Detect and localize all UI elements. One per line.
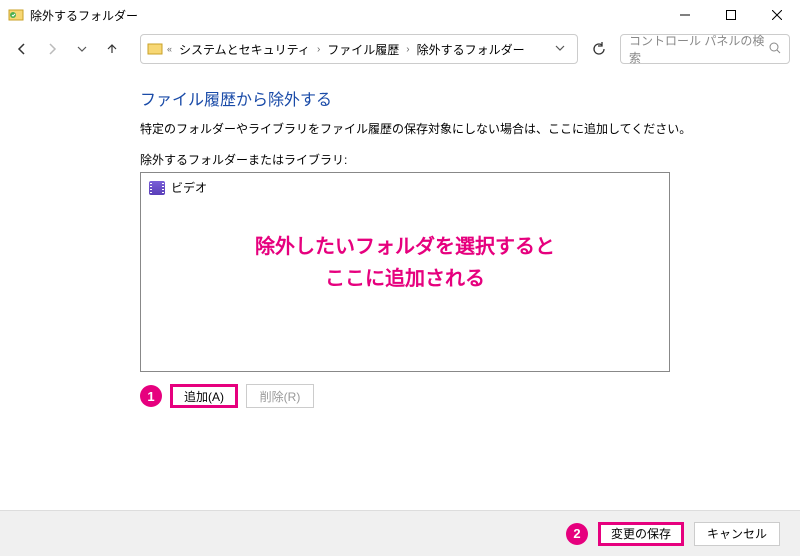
annotation-marker-2: 2 (566, 523, 588, 545)
footer-bar: 2 変更の保存 キャンセル (0, 510, 800, 556)
chevron-down-icon (555, 43, 565, 53)
search-placeholder: コントロール パネルの検索 (629, 32, 769, 66)
page-heading: ファイル履歴から除外する (140, 86, 780, 110)
content-area: ファイル履歴から除外する 特定のフォルダーやライブラリをファイル履歴の保存対象に… (0, 68, 800, 408)
address-bar[interactable]: « システムとセキュリティ › ファイル履歴 › 除外するフォルダー (140, 34, 578, 64)
list-label: 除外するフォルダーまたはライブラリ: (140, 151, 780, 168)
forward-button[interactable] (40, 37, 64, 61)
title-left: 除外するフォルダー (8, 7, 138, 24)
breadcrumb-sep: › (317, 44, 320, 55)
page-description: 特定のフォルダーやライブラリをファイル履歴の保存対象にしない場合は、ここに追加し… (140, 120, 780, 137)
cancel-button[interactable]: キャンセル (694, 522, 780, 546)
add-button[interactable]: 追加(A) (170, 384, 238, 408)
breadcrumb-seg-1[interactable]: システムとセキュリティ (176, 39, 313, 60)
recent-dropdown[interactable] (70, 37, 94, 61)
up-button[interactable] (100, 37, 124, 61)
refresh-button[interactable] (584, 34, 614, 64)
window-controls (662, 0, 800, 30)
maximize-icon (726, 10, 736, 20)
back-button[interactable] (10, 37, 34, 61)
window-title: 除外するフォルダー (30, 7, 138, 24)
video-icon (149, 181, 165, 195)
list-item[interactable]: ビデオ (145, 177, 665, 198)
chevron-down-icon (77, 44, 87, 54)
save-button[interactable]: 変更の保存 (598, 522, 684, 546)
up-icon (105, 42, 119, 56)
excluded-folders-list[interactable]: ビデオ 除外したいフォルダを選択すると ここに追加される (140, 172, 670, 372)
search-box[interactable]: コントロール パネルの検索 (620, 34, 790, 64)
maximize-button[interactable] (708, 0, 754, 30)
list-buttons-row: 1 追加(A) 削除(R) (140, 384, 780, 408)
refresh-icon (592, 42, 606, 56)
forward-icon (45, 42, 59, 56)
breadcrumb-prefix: « (167, 44, 172, 54)
annotation-line-1: 除外したいフォルダを選択すると (141, 231, 669, 263)
annotation-overlay: 除外したいフォルダを選択すると ここに追加される (141, 231, 669, 295)
back-icon (15, 42, 29, 56)
control-panel-icon (147, 41, 163, 57)
search-icon (769, 42, 781, 57)
annotation-line-2: ここに追加される (141, 263, 669, 295)
minimize-button[interactable] (662, 0, 708, 30)
breadcrumb-sep: › (406, 44, 409, 55)
breadcrumb-seg-2[interactable]: ファイル履歴 (324, 39, 402, 60)
remove-button[interactable]: 削除(R) (246, 384, 314, 408)
annotation-marker-1: 1 (140, 385, 162, 407)
breadcrumb-seg-3[interactable]: 除外するフォルダー (414, 39, 528, 60)
close-button[interactable] (754, 0, 800, 30)
minimize-icon (680, 10, 690, 20)
title-bar: 除外するフォルダー (0, 0, 800, 30)
folder-name: ビデオ (171, 179, 207, 196)
app-icon (8, 7, 24, 23)
nav-bar: « システムとセキュリティ › ファイル履歴 › 除外するフォルダー コントロー… (0, 30, 800, 68)
close-icon (772, 10, 782, 20)
address-dropdown[interactable] (555, 43, 565, 56)
